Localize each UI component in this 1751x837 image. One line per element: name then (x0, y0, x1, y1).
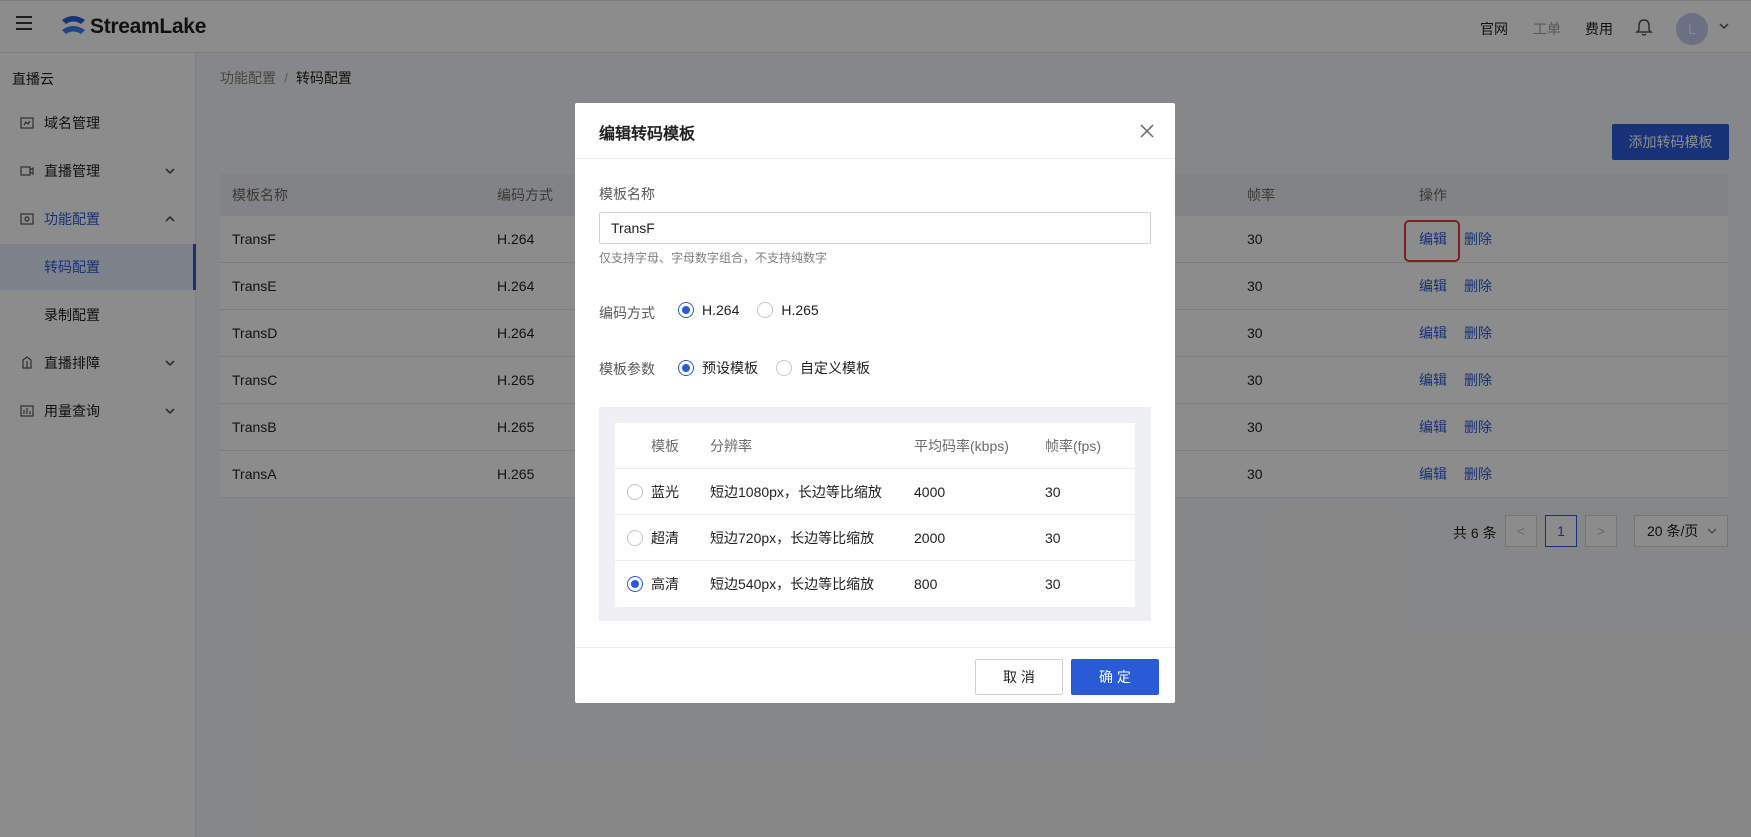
confirm-button[interactable]: 确 定 (1071, 659, 1159, 695)
param-radio-group: 预设模板 自定义模板 (678, 358, 888, 378)
codec-radio-h264[interactable]: H.264 (678, 302, 739, 318)
radio-button[interactable] (776, 360, 792, 376)
preset-name: 超清 (651, 529, 679, 546)
param-label: 模板参数 (599, 361, 655, 377)
radio-label: H.264 (702, 302, 740, 318)
codec-radio-group: H.264 H.265 (678, 302, 837, 318)
close-icon[interactable] (1138, 122, 1156, 140)
preset-col-template: 模板 (651, 437, 679, 454)
radio-label: 自定义模板 (800, 360, 870, 376)
codec-label: 编码方式 (599, 305, 655, 321)
preset-row-superhd[interactable]: 超清 短边720px，长边等比缩放 2000 30 (615, 515, 1135, 561)
param-radio-preset[interactable]: 预设模板 (678, 358, 758, 378)
radio-label: 预设模板 (702, 360, 758, 376)
preset-radio[interactable] (627, 576, 643, 592)
modal-title: 编辑转码模板 (599, 126, 696, 143)
cancel-button[interactable]: 取 消 (975, 659, 1063, 695)
edit-template-modal: 编辑转码模板 模板名称 仅支持字母、字母数字组合，不支持纯数字 编码方式 H.2… (575, 103, 1175, 703)
radio-button[interactable] (757, 302, 774, 318)
preset-table-header: 模板 分辨率 平均码率(kbps) 帧率(fps) (615, 423, 1135, 469)
preset-bitrate: 2000 (914, 529, 946, 546)
preset-bitrate: 4000 (914, 483, 946, 500)
preset-col-fps: 帧率(fps) (1045, 437, 1101, 454)
preset-fps: 30 (1045, 483, 1061, 500)
codec-radio-h265[interactable]: H.265 (757, 302, 819, 318)
preset-radio[interactable] (627, 484, 643, 500)
preset-resolution: 短边720px，长边等比缩放 (710, 529, 875, 546)
radio-button[interactable] (678, 360, 694, 376)
preset-resolution: 短边1080px，长边等比缩放 (710, 483, 882, 500)
preset-row-bluray[interactable]: 蓝光 短边1080px，长边等比缩放 4000 30 (615, 469, 1135, 515)
preset-fps: 30 (1045, 576, 1061, 592)
preset-col-resolution: 分辨率 (710, 437, 752, 454)
template-name-input[interactable] (599, 212, 1151, 244)
radio-label: H.265 (781, 302, 819, 318)
preset-radio[interactable] (627, 530, 643, 546)
template-name-hint: 仅支持字母、字母数字组合，不支持纯数字 (599, 251, 828, 265)
param-radio-custom[interactable]: 自定义模板 (776, 358, 870, 378)
preset-table: 模板 分辨率 平均码率(kbps) 帧率(fps) 蓝光 短边1080px，长边… (615, 423, 1135, 607)
modal-header: 编辑转码模板 (575, 103, 1175, 159)
radio-button[interactable] (678, 302, 694, 318)
template-name-label: 模板名称 (599, 186, 655, 202)
preset-panel: 模板 分辨率 平均码率(kbps) 帧率(fps) 蓝光 短边1080px，长边… (599, 407, 1151, 621)
preset-name: 蓝光 (651, 483, 679, 500)
preset-fps: 30 (1045, 529, 1061, 546)
preset-resolution: 短边540px，长边等比缩放 (710, 576, 875, 592)
preset-col-bitrate: 平均码率(kbps) (914, 437, 1009, 454)
preset-name: 高清 (651, 576, 679, 592)
preset-row-hd[interactable]: 高清 短边540px，长边等比缩放 800 30 (615, 561, 1135, 607)
preset-bitrate: 800 (914, 576, 938, 592)
